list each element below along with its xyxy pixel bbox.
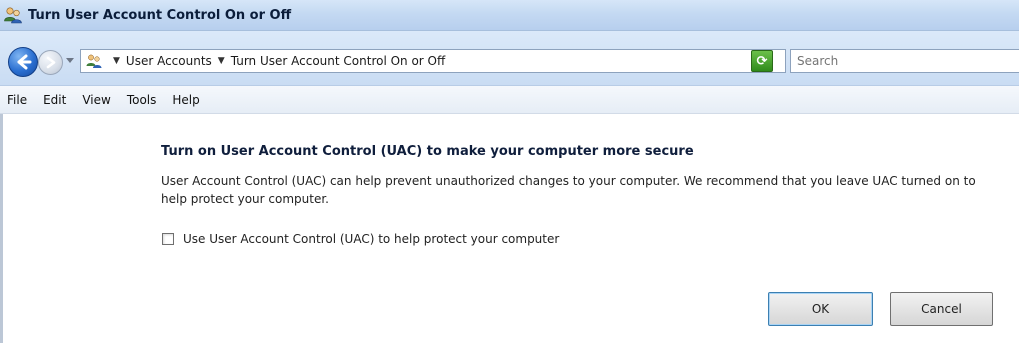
forward-arrow-icon [46,56,56,69]
address-field[interactable]: ▼ User Accounts ▼ Turn User Account Cont… [80,49,800,73]
menu-edit[interactable]: Edit [35,93,74,107]
back-arrow-icon [17,54,32,70]
forward-button[interactable] [38,50,63,75]
title-bar: Turn User Account Control On or Off [0,0,1019,31]
back-button[interactable] [8,47,38,77]
breadcrumb-current-page[interactable]: Turn User Account Control On or Off [231,54,446,68]
uac-checkbox-label[interactable]: Use User Account Control (UAC) to help p… [183,232,559,246]
window-title: Turn User Account Control On or Off [28,7,292,23]
control-panel-icon [85,52,103,70]
cancel-button[interactable]: Cancel [890,292,993,326]
refresh-icon: ⟳ [756,53,768,69]
refresh-button[interactable]: ⟳ [751,50,773,72]
user-accounts-icon [3,5,23,25]
breadcrumb-separator-icon[interactable]: ▼ [113,56,120,66]
uac-option-row[interactable]: Use User Account Control (UAC) to help p… [162,232,559,246]
search-input[interactable] [790,49,1019,73]
page-heading: Turn on User Account Control (UAC) to ma… [161,144,694,159]
address-toolbar: ▼ User Accounts ▼ Turn User Account Cont… [0,31,1019,86]
menu-help[interactable]: Help [164,93,207,107]
menu-tools[interactable]: Tools [119,93,165,107]
menu-bar: File Edit View Tools Help [0,86,1019,114]
window-left-border [0,114,3,343]
uac-checkbox[interactable] [162,233,174,245]
breadcrumb-separator-icon[interactable]: ▼ [218,56,225,66]
recent-pages-dropdown[interactable] [66,58,74,63]
menu-view[interactable]: View [74,93,118,107]
menu-file[interactable]: File [0,93,35,107]
uac-description: User Account Control (UAC) can help prev… [161,174,976,206]
breadcrumb-user-accounts[interactable]: User Accounts [126,54,212,68]
ok-button[interactable]: OK [768,292,873,326]
